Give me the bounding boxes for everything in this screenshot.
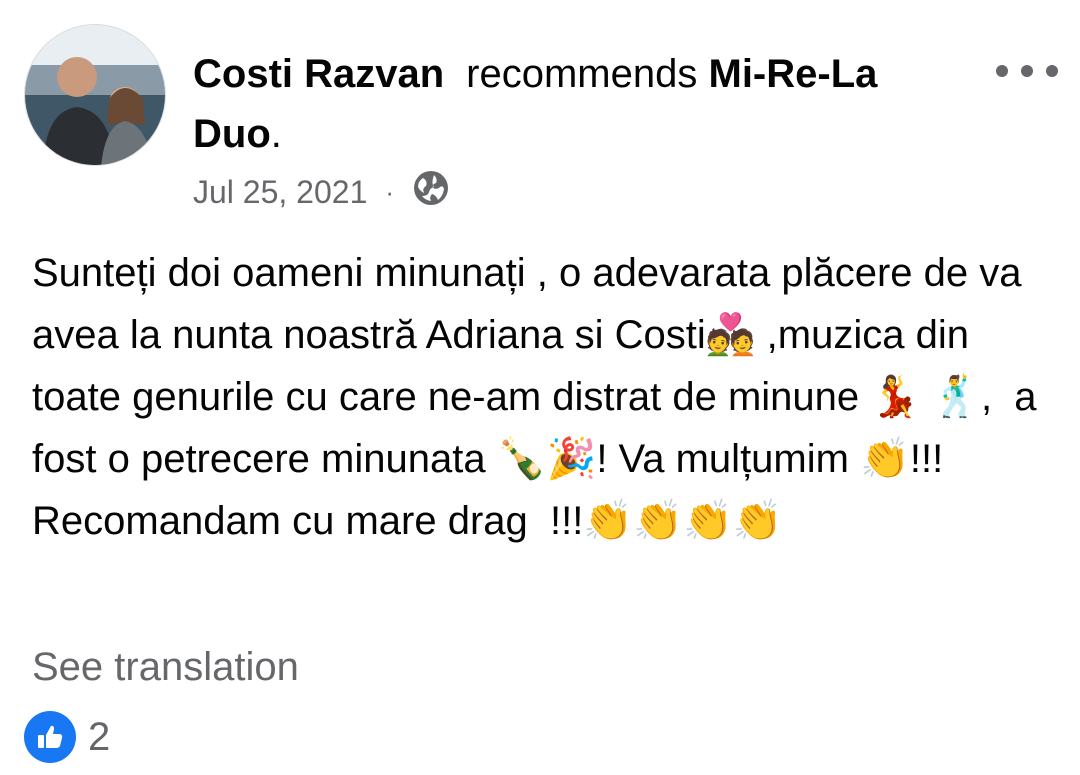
reaction-count: 2 (88, 714, 111, 759)
like-icon (24, 711, 76, 763)
meta-separator: · (385, 176, 395, 207)
more-options-button[interactable] (996, 56, 1058, 86)
post-meta: Jul 25, 2021 · (193, 170, 450, 214)
action-text: recommends (466, 52, 698, 96)
more-options-icon (996, 65, 1008, 77)
page-suffix: . (270, 112, 282, 156)
post-body: Sunteți doi oameni minunați , o adevarat… (32, 251, 1048, 543)
post-date[interactable]: Jul 25, 2021 (193, 174, 367, 211)
post-header: Costi Razvan recommends Mi-Re-La Duo. (193, 44, 973, 164)
avatar[interactable] (24, 24, 166, 166)
author-name[interactable]: Costi Razvan (193, 52, 444, 96)
globe-icon[interactable] (412, 169, 450, 215)
reactions-summary[interactable]: 2 (24, 710, 110, 764)
see-translation-link[interactable]: See translation (32, 640, 299, 694)
